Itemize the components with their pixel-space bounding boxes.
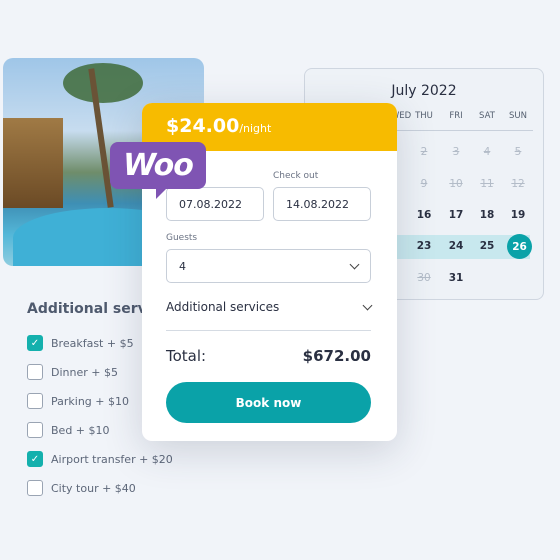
service-label: Airport transfer + $20 xyxy=(51,452,173,466)
calendar-day[interactable]: 25 xyxy=(480,240,495,252)
additional-services-dropdown[interactable]: Additional services xyxy=(166,300,373,314)
calendar-day[interactable]: 17 xyxy=(449,209,464,221)
checkout-value: 14.08.2022 xyxy=(286,197,349,211)
service-option[interactable]: City tour + $40 xyxy=(27,480,136,496)
book-now-button[interactable]: Book now xyxy=(166,382,371,423)
weekday-header: FRI xyxy=(449,111,463,121)
total-row: Total: $672.00 xyxy=(166,347,371,365)
calendar-day[interactable]: 24 xyxy=(449,240,464,252)
calendar-day: 3 xyxy=(452,146,460,158)
checkbox[interactable]: ✓ xyxy=(27,335,43,351)
additional-services-label: Additional services xyxy=(166,300,280,314)
total-label: Total: xyxy=(166,347,207,365)
calendar-day: 2 xyxy=(420,146,428,158)
checkbox[interactable]: ✓ xyxy=(27,451,43,467)
checkout-label: Check out xyxy=(273,171,319,181)
weekday-header: THU xyxy=(415,111,433,121)
calendar-day: 12 xyxy=(511,178,525,190)
total-value: $672.00 xyxy=(302,347,371,365)
weekday-header: SUN xyxy=(509,111,527,121)
selected-day[interactable]: 26 xyxy=(507,234,532,259)
service-label: Breakfast + $5 xyxy=(51,336,134,350)
checkbox[interactable] xyxy=(27,480,43,496)
price: $24.00 xyxy=(166,115,240,137)
calendar-month: July 2022 xyxy=(391,83,457,99)
calendar-day: 5 xyxy=(514,146,522,158)
checkbox[interactable] xyxy=(27,393,43,409)
service-option[interactable]: Bed + $10 xyxy=(27,422,110,438)
woocommerce-logo: Woo xyxy=(110,142,206,199)
guests-value: 4 xyxy=(179,259,186,273)
divider xyxy=(166,330,371,331)
calendar-day[interactable]: 16 xyxy=(417,209,432,221)
check-icon: ✓ xyxy=(30,337,40,349)
calendar-day[interactable]: 18 xyxy=(480,209,495,221)
service-label: Parking + $10 xyxy=(51,394,129,408)
service-option[interactable]: Dinner + $5 xyxy=(27,364,118,380)
calendar-day: 30 xyxy=(417,272,431,284)
check-icon: ✓ xyxy=(30,453,40,465)
calendar-day[interactable]: 31 xyxy=(449,272,464,284)
chevron-down-icon xyxy=(349,259,360,269)
chevron-down-icon xyxy=(362,300,373,310)
service-label: Dinner + $5 xyxy=(51,365,118,379)
calendar-day: 9 xyxy=(420,178,428,190)
calendar-day[interactable]: 19 xyxy=(511,209,526,221)
service-label: Bed + $10 xyxy=(51,423,110,437)
service-label: City tour + $40 xyxy=(51,481,136,495)
checkbox[interactable] xyxy=(27,422,43,438)
photo-palm-leaves xyxy=(63,63,143,103)
service-option[interactable]: ✓ Airport transfer + $20 xyxy=(27,451,173,467)
price-unit: /night xyxy=(239,122,272,135)
photo-hut xyxy=(3,118,63,208)
checkbox[interactable] xyxy=(27,364,43,380)
service-option[interactable]: Parking + $10 xyxy=(27,393,129,409)
calendar-day: 11 xyxy=(480,178,494,190)
calendar-day: 4 xyxy=(483,146,491,158)
checkin-field[interactable]: 07.08.2022 xyxy=(166,187,264,221)
service-option[interactable]: ✓ Breakfast + $5 xyxy=(27,335,134,351)
calendar-day[interactable]: 23 xyxy=(417,240,432,252)
weekday-header: SAT xyxy=(479,111,495,121)
guests-label: Guests xyxy=(166,233,198,243)
guests-select[interactable]: 4 xyxy=(166,249,371,283)
calendar-day: 10 xyxy=(449,178,463,190)
checkin-value: 07.08.2022 xyxy=(179,197,242,211)
checkout-field[interactable]: 14.08.2022 xyxy=(273,187,371,221)
